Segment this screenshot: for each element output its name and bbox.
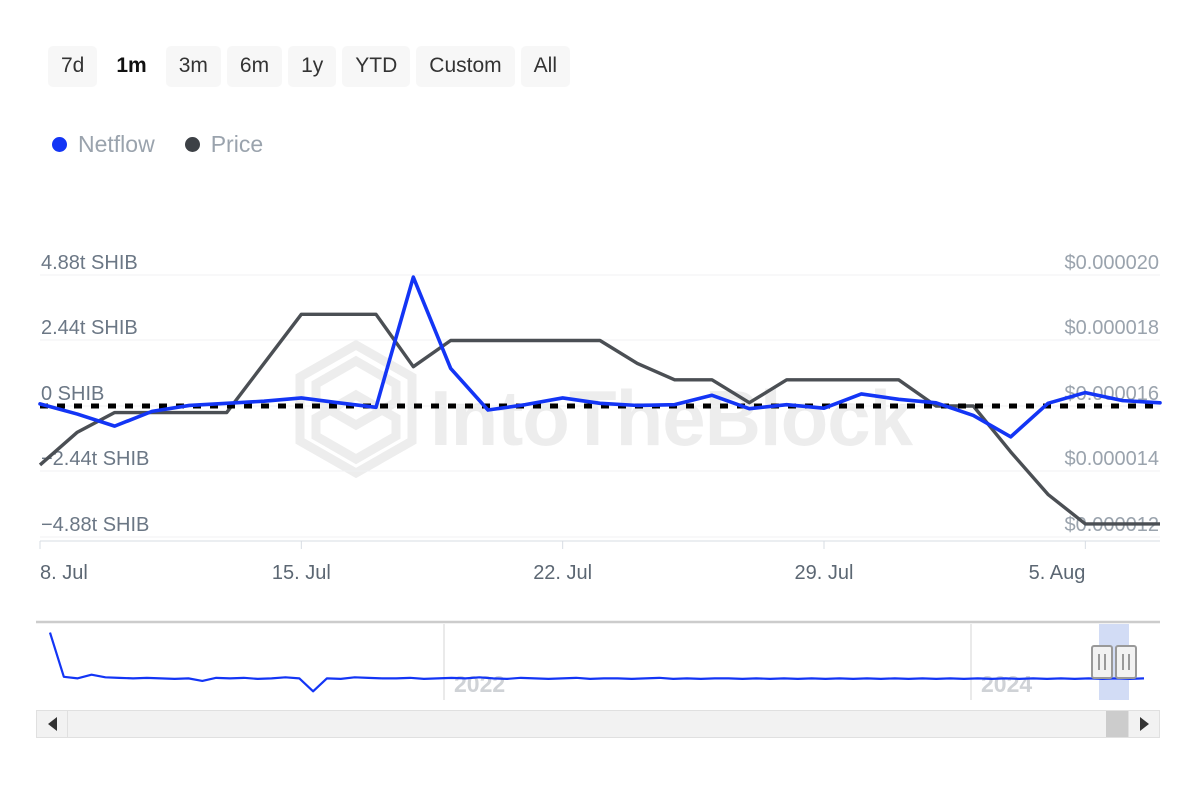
y-axis-left-tick-0: 4.88t SHIB	[41, 252, 138, 274]
range-button-all[interactable]: All	[521, 46, 570, 87]
legend-label-netflow: Netflow	[78, 133, 155, 156]
x-axis-tick-4: 5. Aug	[1029, 562, 1086, 584]
range-selector[interactable]: 7d 1m 3m 6m 1y YTD Custom All	[48, 46, 570, 87]
navigator-series-line	[50, 633, 1144, 692]
chart-navigator[interactable]: 2022 2024	[36, 620, 1160, 700]
legend-label-price: Price	[211, 133, 263, 156]
y-axis-right-tick-1: $0.000018	[1064, 317, 1159, 339]
range-button-6m[interactable]: 6m	[227, 46, 282, 87]
series-line-price	[40, 314, 1160, 524]
chart-scrollbar[interactable]	[36, 710, 1160, 738]
x-axis-tickmarks	[40, 541, 1085, 549]
chart-legend: Netflow Price	[52, 133, 263, 156]
chart-gridlines	[40, 275, 1160, 537]
chevron-left-icon	[48, 717, 57, 731]
navigator-year-label-2024: 2024	[981, 671, 1032, 697]
navigator-handle-left[interactable]	[1092, 646, 1112, 678]
watermark: IntoTheBlock	[300, 345, 914, 473]
y-axis-left-labels: 4.88t SHIB 2.44t SHIB 0 SHIB −2.44t SHIB −4.…	[41, 252, 149, 536]
watermark-logo-icon	[300, 345, 412, 473]
watermark-text: IntoTheBlock	[430, 374, 914, 462]
x-axis-tick-1: 15. Jul	[272, 562, 331, 584]
legend-item-price[interactable]: Price	[185, 133, 263, 156]
legend-dot-netflow	[52, 137, 67, 152]
navigator-year-label-2022: 2022	[454, 671, 505, 697]
y-axis-left-tick-1: 2.44t SHIB	[41, 317, 138, 339]
series-line-netflow	[40, 277, 1160, 437]
y-axis-right-tick-0: $0.000020	[1064, 252, 1159, 274]
range-button-3m[interactable]: 3m	[166, 46, 221, 87]
y-axis-left-tick-4: −4.88t SHIB	[41, 514, 149, 536]
range-button-1y[interactable]: 1y	[288, 46, 336, 87]
y-axis-left-tick-2: 0 SHIB	[41, 383, 104, 405]
y-axis-right-tick-4: $0.000012	[1064, 514, 1159, 536]
legend-dot-price	[185, 137, 200, 152]
range-button-custom[interactable]: Custom	[416, 46, 514, 87]
range-button-1m[interactable]: 1m	[103, 46, 159, 87]
range-button-ytd[interactable]: YTD	[342, 46, 410, 87]
y-axis-right-tick-2: $0.000016	[1064, 383, 1159, 405]
x-axis-labels: 8. Jul 15. Jul 22. Jul 29. Jul 5. Aug	[40, 562, 1085, 584]
scrollbar-thumb[interactable]	[1106, 711, 1128, 737]
scrollbar-track[interactable]	[68, 710, 1128, 738]
legend-item-netflow[interactable]: Netflow	[52, 133, 155, 156]
chevron-right-icon	[1140, 717, 1149, 731]
y-axis-left-tick-3: −2.44t SHIB	[41, 448, 149, 470]
x-axis-tick-3: 29. Jul	[795, 562, 854, 584]
x-axis-tick-2: 22. Jul	[533, 562, 592, 584]
y-axis-right-tick-3: $0.000014	[1064, 448, 1159, 470]
scrollbar-right-button[interactable]	[1128, 710, 1160, 738]
range-button-7d[interactable]: 7d	[48, 46, 97, 87]
scrollbar-left-button[interactable]	[36, 710, 68, 738]
x-axis-tick-0: 8. Jul	[40, 562, 88, 584]
navigator-handle-right[interactable]	[1116, 646, 1136, 678]
y-axis-right-labels: $0.000020 $0.000018 $0.000016 $0.000014 $0.0…	[1064, 252, 1159, 536]
